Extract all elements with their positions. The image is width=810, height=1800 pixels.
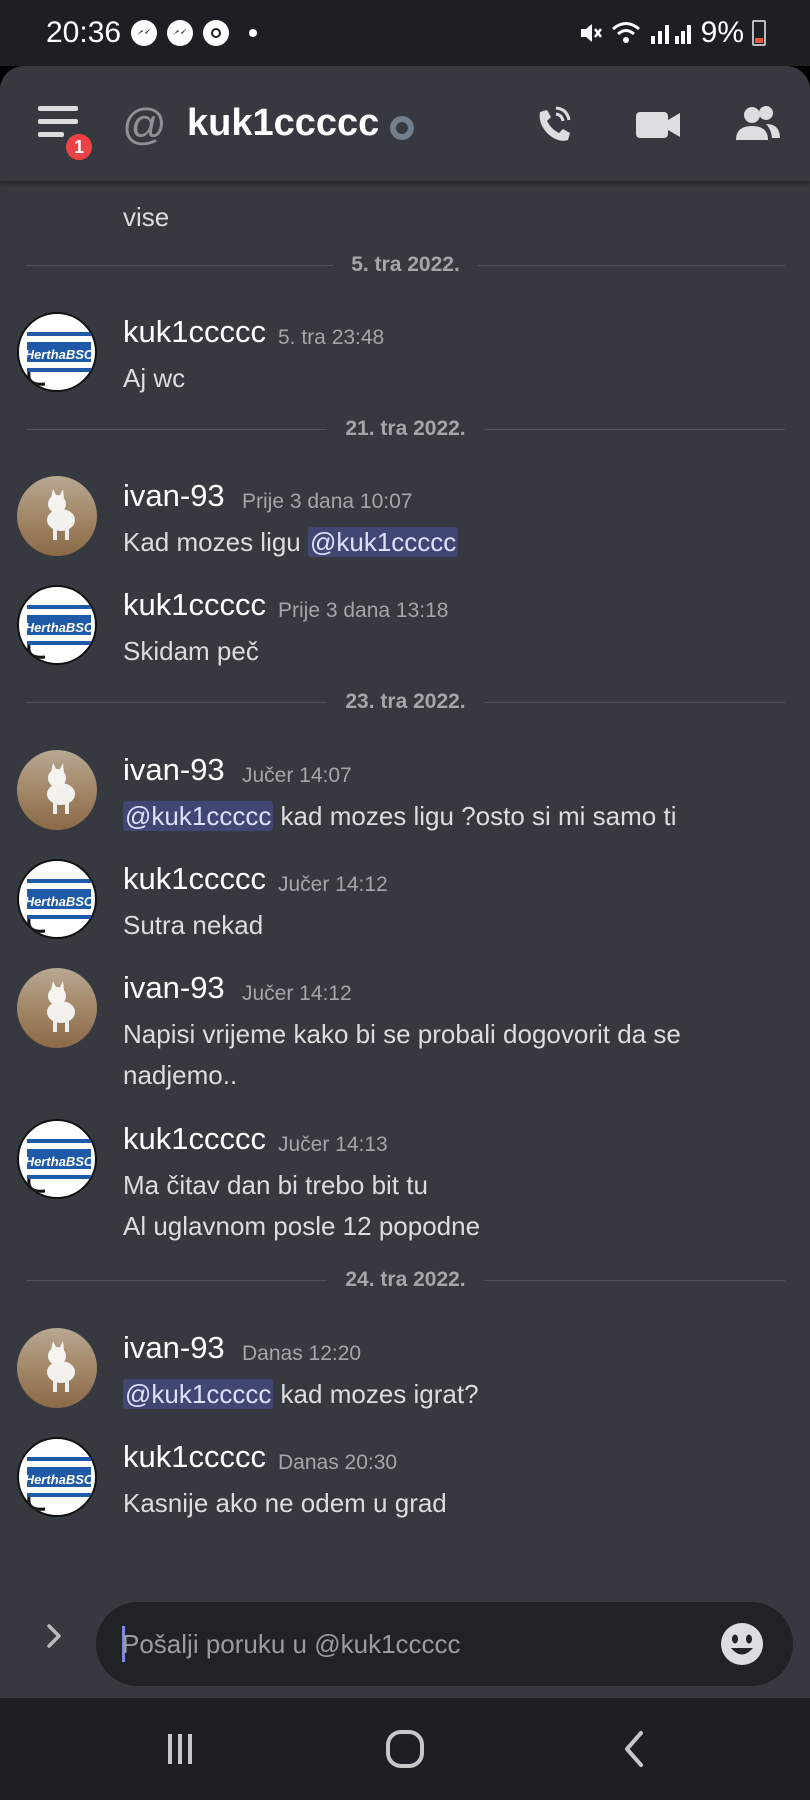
status-bar-left: 20:36 <box>46 16 258 50</box>
messenger-icon <box>131 20 158 46</box>
notification-dot <box>249 29 258 37</box>
input-placeholder: Pošalji poruku u @kuk1ccccc <box>122 1629 461 1659</box>
user-mention[interactable]: @kuk1ccccc <box>307 527 459 557</box>
message-text: vise <box>123 202 170 232</box>
message-list[interactable]: vise 5. tra 2022. HerthaBSC kuk1ccccc 5.… <box>0 182 810 1582</box>
battery-icon <box>752 20 766 46</box>
channel-title[interactable]: kuk1ccccc <box>187 102 379 145</box>
back-icon[interactable] <box>575 1698 695 1800</box>
message-text: @kuk1ccccc kad mozes ligu ?osto si mi sa… <box>123 801 677 831</box>
chrome-icon <box>203 20 230 46</box>
composer: Pošalji poruku u @kuk1ccccc <box>0 1582 810 1698</box>
message-timestamp: Prije 3 dana 10:07 <box>242 490 413 513</box>
messenger-icon <box>167 20 194 46</box>
message-author[interactable]: kuk1ccccc <box>123 1439 266 1475</box>
avatar[interactable]: HerthaBSC <box>17 585 97 665</box>
message-author[interactable]: kuk1ccccc <box>123 861 266 897</box>
message-input[interactable]: Pošalji poruku u @kuk1ccccc <box>96 1602 793 1686</box>
message-timestamp: Jučer 14:13 <box>278 1133 388 1156</box>
message-timestamp: Jučer 14:12 <box>278 873 388 896</box>
message-text: Sutra nekad <box>123 910 264 940</box>
date-divider: 24. tra 2022. <box>26 1265 786 1295</box>
signal-icon <box>650 25 691 44</box>
message-timestamp: Prije 3 dana 13:18 <box>278 599 449 622</box>
system-nav-bar <box>0 1698 810 1800</box>
message-timestamp: Danas 20:30 <box>278 1451 398 1474</box>
phone-call-icon[interactable] <box>526 96 582 152</box>
message-author[interactable]: kuk1ccccc <box>123 587 266 623</box>
emoji-icon[interactable] <box>719 1621 765 1667</box>
message-author[interactable]: kuk1ccccc <box>123 1121 266 1157</box>
avatar[interactable] <box>17 476 97 556</box>
avatar[interactable]: HerthaBSC <box>17 859 97 939</box>
status-bar-right: 9% <box>577 16 766 50</box>
mute-icon <box>580 24 602 42</box>
wifi-icon <box>611 22 640 43</box>
message-timestamp: Jučer 14:07 <box>242 764 352 787</box>
at-icon: @ <box>122 100 167 149</box>
date-divider: 21. tra 2022. <box>26 414 786 444</box>
members-icon[interactable] <box>730 96 786 152</box>
unread-badge: 1 <box>62 130 96 164</box>
message-timestamp: 5. tra 23:48 <box>278 326 385 349</box>
avatar[interactable] <box>17 1328 97 1408</box>
clock: 20:36 <box>46 16 122 49</box>
message-author[interactable]: ivan-93 <box>123 752 225 788</box>
avatar[interactable]: HerthaBSC <box>17 1437 97 1517</box>
message-text: Kad mozes ligu @kuk1ccccc <box>123 527 459 557</box>
user-mention[interactable]: @kuk1ccccc <box>123 801 274 831</box>
svg-text:HerthaBSC: HerthaBSC <box>25 1472 94 1487</box>
message-timestamp: Jučer 14:12 <box>242 982 352 1005</box>
date-divider: 23. tra 2022. <box>26 687 786 717</box>
home-icon[interactable] <box>345 1698 465 1800</box>
message-text: @kuk1ccccc kad mozes igrat? <box>123 1379 479 1409</box>
svg-text:HerthaBSC: HerthaBSC <box>25 1154 94 1169</box>
discord-app: 1 @ kuk1ccccc vise 5. tra 2022. HerthaBS… <box>0 66 810 1698</box>
avatar[interactable]: HerthaBSC <box>17 312 97 392</box>
message-timestamp: Danas 12:20 <box>242 1342 362 1365</box>
svg-text:HerthaBSC: HerthaBSC <box>25 347 94 362</box>
user-mention[interactable]: @kuk1ccccc <box>123 1379 274 1409</box>
status-offline-icon <box>390 116 414 140</box>
battery-percent: 9% <box>700 16 744 49</box>
message-author[interactable]: ivan-93 <box>123 970 225 1006</box>
message-text: Kasnije ako ne odem u grad <box>123 1488 447 1518</box>
video-camera-icon[interactable] <box>630 96 686 152</box>
chevron-right-icon[interactable] <box>40 1622 68 1650</box>
svg-text:HerthaBSC: HerthaBSC <box>25 620 94 635</box>
svg-text:HerthaBSC: HerthaBSC <box>25 894 94 909</box>
message-author[interactable]: ivan-93 <box>123 1330 225 1366</box>
message-author[interactable]: kuk1ccccc <box>123 314 266 350</box>
date-divider: 5. tra 2022. <box>26 250 785 280</box>
avatar[interactable] <box>17 968 97 1048</box>
message-text: Skidam peč <box>123 636 259 666</box>
message-text: Ma čitav dan bi trebo bit tu Al uglavnom … <box>123 1170 481 1241</box>
message-author[interactable]: ivan-93 <box>123 478 225 514</box>
channel-header: 1 @ kuk1ccccc <box>0 66 810 182</box>
avatar[interactable] <box>17 750 97 830</box>
recent-apps-icon[interactable] <box>120 1698 240 1800</box>
message-text: Aj wc <box>123 363 186 393</box>
message-text: Napisi vrijeme kako bi se probali dogovo… <box>123 1019 681 1090</box>
status-bar: 20:36 9% <box>0 0 810 66</box>
avatar[interactable]: HerthaBSC <box>17 1119 97 1199</box>
